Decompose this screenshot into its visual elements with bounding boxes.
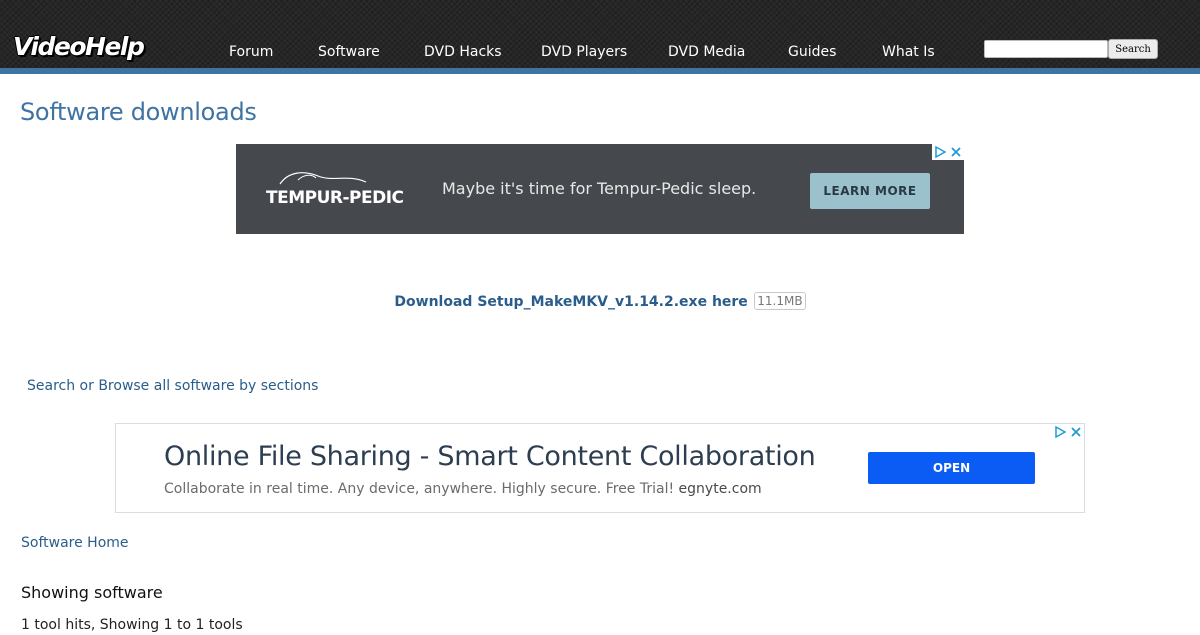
download-link[interactable]: Download Setup_MakeMKV_v1.14.2.exe here [394,294,747,310]
close-icon[interactable] [1068,424,1084,440]
ad-subtitle-text: Collaborate in real time. Any device, an… [164,481,675,497]
ad-subtitle: Collaborate in real time. Any device, an… [164,480,762,498]
ad-open-button[interactable]: OPEN [868,452,1035,484]
close-icon[interactable] [948,144,964,160]
nav-what-is[interactable]: What Is [882,42,935,62]
download-row: Download Setup_MakeMKV_v1.14.2.exe here … [0,292,1200,312]
top-navigation-bar: VideoHelp Forum Software DVD Hacks DVD P… [0,0,1200,68]
ad-brand-logo: TEMPUR-PEDIC [266,188,404,208]
nav-software[interactable]: Software [318,42,380,62]
ad-headline: Maybe it's time for Tempur-Pedic sleep. [442,179,757,198]
banner-ad-bottom[interactable]: Online File Sharing - Smart Content Coll… [115,423,1085,513]
tempur-logo-mark-icon [279,172,367,185]
software-home-link[interactable]: Software Home [21,533,129,553]
nav-dvd-hacks[interactable]: DVD Hacks [424,42,502,62]
ad-title: Online File Sharing - Smart Content Coll… [164,441,816,472]
nav-dvd-players[interactable]: DVD Players [541,42,627,62]
results-heading: Showing software [21,583,163,602]
search-input[interactable] [984,40,1108,58]
nav-dvd-media[interactable]: DVD Media [668,42,745,62]
browse-software-link[interactable]: Search or Browse all software by section… [27,376,318,396]
results-count-text: 1 tool hits, Showing 1 to 1 tools [21,617,243,633]
adchoices-icon[interactable] [932,144,948,160]
search-button[interactable]: Search [1108,39,1158,59]
header-accent-stripe [0,68,1200,74]
page-title: Software downloads [20,98,257,126]
nav-forum[interactable]: Forum [229,42,273,62]
adchoices-icon[interactable] [1052,424,1068,440]
banner-ad-top[interactable]: TEMPUR-PEDIC Maybe it's time for Tempur-… [236,144,964,234]
file-size-badge: 11.1MB [754,292,806,310]
ad-learn-more-button[interactable]: LEARN MORE [810,173,930,209]
ad-domain: egnyte.com [678,481,762,497]
nav-guides[interactable]: Guides [788,42,836,62]
site-logo[interactable]: VideoHelp [13,31,145,63]
